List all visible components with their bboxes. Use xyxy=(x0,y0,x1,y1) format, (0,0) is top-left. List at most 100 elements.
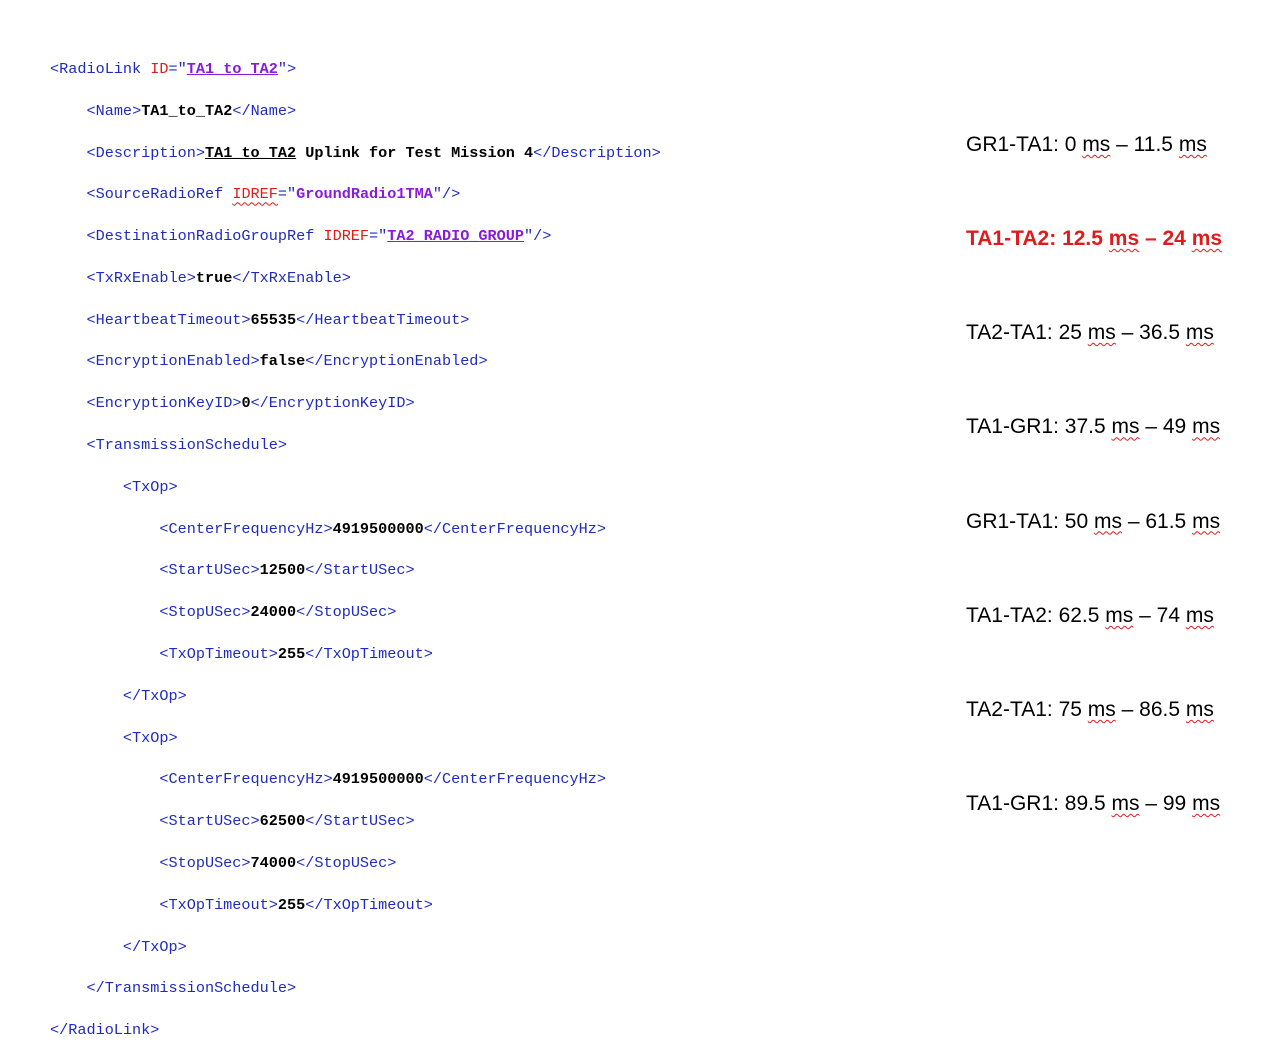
xml-line-txop-close: </TxOp> xyxy=(122,686,187,705)
xml-line-txop-open: <TxOp> xyxy=(122,477,178,496)
schedule-link: TA1-GR1: xyxy=(966,415,1065,439)
schedule-from: 50 xyxy=(1064,509,1094,533)
xml-tag: CenterFrequencyHz xyxy=(168,770,324,789)
schedule-from: 89.5 xyxy=(1064,792,1112,816)
schedule-unit: ms xyxy=(1087,698,1116,722)
schedule-unit: ms xyxy=(1111,415,1140,439)
xml-tag: HeartbeatTimeout xyxy=(95,310,242,329)
schedule-unit: ms xyxy=(1192,509,1221,533)
xml-line-txop-close: </TxOp> xyxy=(122,937,187,956)
schedule-link: TA2-TA1: xyxy=(966,698,1059,722)
xml-tag: SourceRadioRef xyxy=(95,185,224,204)
xml-tag: TransmissionSchedule xyxy=(104,979,287,998)
schedule-to: 61.5 xyxy=(1145,509,1193,533)
xml-attr-name: IDREF xyxy=(232,185,278,204)
xml-line-schedule-close: </TransmissionSchedule> xyxy=(86,979,297,998)
xml-line-heartbeat: <HeartbeatTimeout>65535</HeartbeatTimeou… xyxy=(86,310,470,329)
xml-line-description: <Description>TA1_to_TA2 Uplink for Test … xyxy=(86,143,661,162)
schedule-link: TA1-TA2: xyxy=(966,603,1059,627)
schedule-row: TA1-GR1: 37.5 ms – 49 ms xyxy=(966,415,1221,439)
schedule-row-highlighted: TA1-TA2: 12.5 ms – 24 ms xyxy=(966,227,1223,251)
xml-text: 65535 xyxy=(250,310,297,329)
schedule-unit: ms xyxy=(1082,132,1111,156)
xml-text: 62500 xyxy=(259,812,306,831)
xml-tag: HeartbeatTimeout xyxy=(314,310,461,329)
xml-text: 24000 xyxy=(250,603,297,622)
xml-tag: StartUSec xyxy=(323,561,406,580)
xml-tag: StartUSec xyxy=(168,561,251,580)
xml-tag: EncryptionKeyID xyxy=(268,394,406,413)
xml-tag: TxOpTimeout xyxy=(168,895,269,914)
xml-tag: StopUSec xyxy=(314,603,388,622)
schedule-unit: ms xyxy=(1191,227,1223,251)
schedule-unit: ms xyxy=(1094,509,1122,533)
schedule-row: TA1-TA2: 62.5 ms – 74 ms xyxy=(966,603,1214,627)
schedule-to: 74 xyxy=(1156,603,1186,627)
xml-text: false xyxy=(259,352,306,371)
xml-line-schedule-open: <TransmissionSchedule> xyxy=(86,436,287,455)
xml-line-start: <StartUSec>62500</StartUSec> xyxy=(159,812,415,831)
xml-line-destination: <DestinationRadioGroupRef IDREF="TA2_RAD… xyxy=(86,227,552,246)
schedule-link: TA1-TA2: xyxy=(966,227,1063,251)
schedule-to: 99 xyxy=(1162,792,1193,816)
xml-attr-value: TA2_RADIO_GROUP xyxy=(387,227,524,246)
xml-tag: TxOp xyxy=(132,728,169,747)
xml-tag: RadioLink xyxy=(68,1021,151,1040)
schedule-to: 36.5 xyxy=(1139,321,1186,345)
xml-tag: DestinationRadioGroupRef xyxy=(95,227,315,246)
schedule-unit: ms xyxy=(1185,698,1214,722)
schedule-link: GR1-TA1: xyxy=(966,509,1065,533)
xml-attr-name: IDREF xyxy=(323,227,370,246)
xml-code-block: <RadioLink ID="TA1_to_TA2"> <Name>TA1_to… xyxy=(50,38,661,1062)
xml-text: TA1_to_TA2 xyxy=(141,101,233,120)
schedule-unit: ms xyxy=(1087,321,1116,345)
xml-tag: Description xyxy=(551,143,652,162)
xml-tag: Description xyxy=(95,143,196,162)
xml-tag: CenterFrequencyHz xyxy=(441,519,597,538)
schedule-to: 24 xyxy=(1162,227,1192,251)
schedule-unit: ms xyxy=(1185,321,1214,345)
xml-text: 74000 xyxy=(250,854,297,873)
xml-text: 12500 xyxy=(259,561,306,580)
schedule-unit: ms xyxy=(1108,227,1140,251)
schedule-unit: ms xyxy=(1105,603,1134,627)
xml-tag: TxOpTimeout xyxy=(168,645,269,664)
schedule-row: TA1-GR1: 89.5 ms – 99 ms xyxy=(966,792,1221,816)
xml-attr-value: TA1_to_TA2 xyxy=(186,59,278,78)
schedule-list: GR1-TA1: 0 ms – 11.5 ms TA1-TA2: 12.5 ms… xyxy=(966,66,1222,851)
xml-tag: RadioLink xyxy=(59,59,142,78)
xml-line-freq: <CenterFrequencyHz>4919500000</CenterFre… xyxy=(159,770,607,789)
schedule-from: 37.5 xyxy=(1064,415,1112,439)
xml-text: 4919500000 xyxy=(332,519,424,538)
xml-line-radiolink-close: </RadioLink> xyxy=(50,1021,160,1040)
xml-tag: Name xyxy=(95,101,133,120)
schedule-from: 25 xyxy=(1058,321,1088,345)
xml-text: 255 xyxy=(277,895,306,914)
xml-text: 255 xyxy=(277,645,306,664)
schedule-row: GR1-TA1: 50 ms – 61.5 ms xyxy=(966,509,1221,533)
xml-text: 0 xyxy=(241,394,251,413)
xml-tag: TxOpTimeout xyxy=(323,895,424,914)
schedule-unit: ms xyxy=(1111,792,1140,816)
schedule-link: GR1-TA1: xyxy=(966,132,1065,156)
xml-line-source: <SourceRadioRef IDREF="GroundRadio1TMA"/… xyxy=(86,185,461,204)
xml-attr-value: GroundRadio1TMA xyxy=(296,185,433,204)
schedule-to: 11.5 xyxy=(1133,132,1179,156)
xml-tag: StopUSec xyxy=(168,603,242,622)
xml-tag: TxOpTimeout xyxy=(323,645,424,664)
xml-tag: Name xyxy=(250,101,288,120)
xml-tag: StartUSec xyxy=(168,812,251,831)
schedule-from: 12.5 xyxy=(1062,227,1109,251)
schedule-row: TA2-TA1: 25 ms – 36.5 ms xyxy=(966,321,1214,345)
xml-tag: StartUSec xyxy=(323,812,406,831)
schedule-unit: ms xyxy=(1185,603,1214,627)
xml-tag: CenterFrequencyHz xyxy=(168,519,324,538)
xml-line-timeout: <TxOpTimeout>255</TxOpTimeout> xyxy=(159,895,433,914)
schedule-from: 62.5 xyxy=(1058,603,1106,627)
xml-text: TA1_to_TA2 xyxy=(204,143,297,162)
schedule-from: 75 xyxy=(1058,698,1088,722)
schedule-row: GR1-TA1: 0 ms – 11.5 ms xyxy=(966,132,1207,156)
schedule-link: TA1-GR1: xyxy=(966,792,1065,816)
xml-tag: EncryptionEnabled xyxy=(323,352,479,371)
xml-tag: CenterFrequencyHz xyxy=(441,770,597,789)
